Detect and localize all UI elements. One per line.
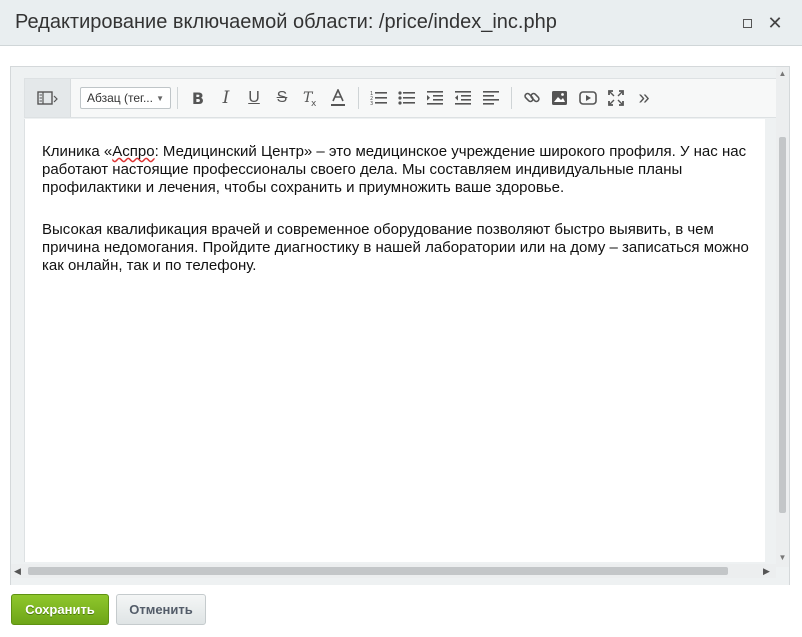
align-button[interactable] <box>477 84 505 112</box>
dialog-content: Абзац (тег... ▼ B I U S T x 1 2 3 » Клин… <box>0 47 802 626</box>
horizontal-scrollbar[interactable]: ◀ ▶ <box>11 564 776 578</box>
italic-icon: I <box>222 88 230 108</box>
link-icon <box>524 92 540 103</box>
outdent-icon <box>455 91 471 105</box>
toolbar-separator <box>511 87 512 109</box>
misspelled-word: Аспро <box>112 143 155 160</box>
dialog-titlebar: Редактирование включаемой области: /pric… <box>0 0 802 46</box>
strikethrough-icon: S <box>276 89 288 106</box>
paragraph-1: Клиника «Аспро: Медицинский Центр» – это… <box>42 143 764 197</box>
view-mode-toggle[interactable] <box>25 79 71 117</box>
indent-icon <box>427 91 443 105</box>
indent-button[interactable] <box>421 84 449 112</box>
fullscreen-icon <box>608 90 624 106</box>
horizontal-scroll-thumb[interactable] <box>28 567 728 575</box>
scroll-up-icon[interactable]: ▲ <box>776 69 789 78</box>
maximize-button[interactable] <box>738 14 756 32</box>
scroll-left-icon[interactable]: ◀ <box>14 564 21 578</box>
format-select[interactable]: Абзац (тег... ▼ <box>80 87 171 109</box>
scroll-down-icon[interactable]: ▼ <box>776 553 789 562</box>
remove-format-icon: T x <box>303 90 317 107</box>
paragraph-1-start: Клиника « <box>42 143 113 160</box>
bullet-list-button[interactable] <box>393 84 421 112</box>
code-view-icon <box>36 91 58 105</box>
more-button[interactable]: » <box>630 84 658 112</box>
underline-icon: U <box>248 89 260 106</box>
save-button[interactable]: Сохранить <box>11 594 109 625</box>
editor-content[interactable]: Клиника «Аспро: Медицинский Центр» – это… <box>24 119 765 562</box>
ordered-list-icon: 1 2 3 <box>370 91 387 106</box>
image-icon <box>552 91 567 105</box>
text-color-button[interactable] <box>324 84 352 112</box>
toolbar-separator <box>358 87 359 109</box>
underline-button[interactable]: U <box>240 84 268 112</box>
image-button[interactable] <box>546 84 574 112</box>
link-button[interactable] <box>518 84 546 112</box>
maximize-icon <box>742 18 752 28</box>
video-button[interactable] <box>574 84 602 112</box>
vertical-scroll-thumb[interactable] <box>779 137 786 513</box>
toolbar-separator <box>177 87 178 109</box>
fullscreen-button[interactable] <box>602 84 630 112</box>
close-button[interactable]: ✕ <box>766 14 784 32</box>
video-icon <box>579 91 597 105</box>
bold-icon: B <box>191 88 205 108</box>
text-color-icon <box>331 89 345 106</box>
outdent-button[interactable] <box>449 84 477 112</box>
close-icon: ✕ <box>767 13 783 33</box>
align-left-icon <box>483 91 499 105</box>
scroll-right-icon[interactable]: ▶ <box>763 564 770 578</box>
paragraph-2: Высокая квалификация врачей и современно… <box>42 221 749 274</box>
format-select-value: Абзац (тег... <box>87 91 153 105</box>
remove-format-button[interactable]: T x <box>296 84 324 112</box>
svg-text:x: x <box>311 99 317 107</box>
chevron-down-icon: ▼ <box>156 93 164 103</box>
svg-text:3: 3 <box>370 101 373 106</box>
italic-button[interactable]: I <box>212 84 240 112</box>
cancel-button[interactable]: Отменить <box>116 594 206 625</box>
strikethrough-button[interactable]: S <box>268 84 296 112</box>
dialog: Редактирование включаемой области: /pric… <box>0 0 802 637</box>
vertical-scrollbar[interactable]: ▲ ▼ <box>776 67 789 567</box>
bullet-list-icon <box>398 91 415 105</box>
double-chevron-right-icon: » <box>638 86 650 109</box>
editor-frame: Абзац (тег... ▼ B I U S T x 1 2 3 » Клин… <box>10 66 790 626</box>
ordered-list-button[interactable]: 1 2 3 <box>365 84 393 112</box>
dialog-title: Редактирование включаемой области: /pric… <box>15 11 557 33</box>
editor-toolbar: Абзац (тег... ▼ B I U S T x 1 2 3 » <box>24 78 777 118</box>
dialog-footer: Сохранить Отменить <box>0 585 802 637</box>
bold-button[interactable]: B <box>184 84 212 112</box>
